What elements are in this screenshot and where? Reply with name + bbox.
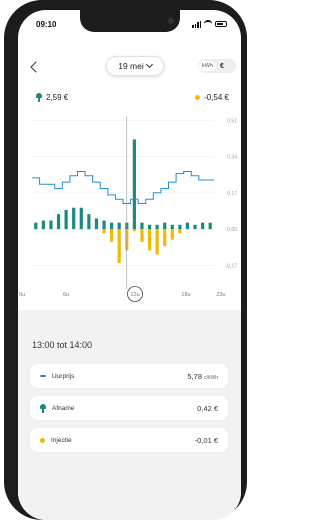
uurprijs-value: 5,78 c/kWh xyxy=(187,371,218,381)
afname-bar xyxy=(94,218,99,230)
afname-bar xyxy=(193,224,197,230)
afname-bar xyxy=(72,207,76,230)
x-tick-label: 18u xyxy=(181,292,190,298)
afname-bar xyxy=(34,222,38,230)
y-tick-label: 0,51 xyxy=(227,118,237,124)
afname-bar xyxy=(110,222,114,230)
phone-frame: 09:10 19 mei kWh € 2,59 € -0,54 € 0,51 0,… xyxy=(4,0,247,520)
unit-toggle[interactable]: kWh € xyxy=(198,59,236,73)
wifi-icon xyxy=(204,20,212,28)
afname-bar xyxy=(178,224,182,230)
battery-icon xyxy=(215,21,227,27)
injectie-total: -0,54 € xyxy=(204,93,229,102)
injectie-card: Injectie -0,01 € xyxy=(30,428,228,452)
afname-bar xyxy=(185,222,190,230)
injectie-bar xyxy=(132,229,136,232)
back-chevron-icon[interactable] xyxy=(30,61,42,73)
camera-icon xyxy=(168,18,174,24)
afname-bar xyxy=(163,222,167,230)
afname-bar xyxy=(64,209,68,230)
status-time: 09:10 xyxy=(36,20,57,29)
afname-bar xyxy=(147,224,152,230)
uurprijs-label: Uurprijs xyxy=(52,372,75,380)
signal-icon xyxy=(192,20,201,28)
afname-value: 0,42 € xyxy=(197,403,218,413)
afname-bar xyxy=(132,139,136,230)
injectie-bar xyxy=(178,229,182,234)
y-tick-label: 0,34 xyxy=(227,155,237,161)
afname-card: Afname 0,42 € xyxy=(30,396,228,420)
injectie-bar xyxy=(155,229,159,255)
sun-dot-icon xyxy=(195,95,201,100)
unit-kwh-option[interactable]: kWh xyxy=(199,61,216,71)
uurprijs-line-icon xyxy=(40,375,46,377)
afname-label: Afname xyxy=(52,404,75,412)
afname-bar xyxy=(140,222,144,230)
afname-bar xyxy=(117,222,121,230)
power-plug-icon xyxy=(36,93,42,102)
afname-bar xyxy=(41,220,45,230)
injectie-value: -0,01 € xyxy=(194,435,218,445)
injectie-bar xyxy=(140,229,144,242)
injectie-bar xyxy=(163,229,167,247)
afname-total: 2,59 € xyxy=(46,93,69,102)
x-tick-label: 0u xyxy=(19,292,25,298)
injectie-summary: -0,54 € xyxy=(195,93,229,102)
injectie-label: Injectie xyxy=(51,436,72,444)
x-tick-label: 12u xyxy=(130,292,139,298)
y-tick-label: 0,17 xyxy=(227,191,237,197)
app-screen: 09:10 19 mei kWh € 2,59 € -0,54 € 0,51 0,… xyxy=(18,10,241,520)
injectie-bar xyxy=(117,229,121,264)
uurprijs-line xyxy=(32,170,214,204)
afname-bar xyxy=(87,214,91,230)
afname-bar xyxy=(201,222,205,230)
injectie-bar xyxy=(102,229,106,234)
date-selector[interactable]: 19 mei xyxy=(106,56,164,76)
detail-period: 13:00 tot 14:00 xyxy=(32,340,93,350)
power-plug-icon xyxy=(40,403,46,413)
chevron-down-icon xyxy=(145,60,153,69)
sun-dot-icon xyxy=(40,437,45,443)
y-tick-label: -0,17 xyxy=(226,263,238,269)
injectie-bar xyxy=(147,229,152,251)
injectie-bar xyxy=(170,229,174,240)
x-tick-label: 23u xyxy=(216,292,225,298)
afname-bar xyxy=(208,222,212,230)
uurprijs-unit: c/kWh xyxy=(204,374,218,381)
afname-bar xyxy=(102,220,106,230)
afname-bar xyxy=(170,224,174,230)
afname-summary: 2,59 € xyxy=(36,93,68,102)
uurprijs-card: Uurprijs 5,78 c/kWh xyxy=(30,364,228,388)
status-icons xyxy=(192,20,227,28)
x-tick-label: 6u xyxy=(63,292,69,298)
injectie-bar xyxy=(110,229,114,242)
energy-chart[interactable]: 0,51 0,34 0,17 0,00 -0,17 0u 6u 12u 18u 23u xyxy=(18,106,241,306)
afname-bar xyxy=(49,220,53,230)
afname-bar xyxy=(79,207,83,230)
notch xyxy=(80,10,180,32)
afname-bar xyxy=(56,214,61,230)
unit-eur-option[interactable]: € xyxy=(220,63,224,70)
y-tick-label: 0,00 xyxy=(227,227,237,233)
date-label: 19 mei xyxy=(118,61,144,71)
afname-bar xyxy=(155,224,159,230)
